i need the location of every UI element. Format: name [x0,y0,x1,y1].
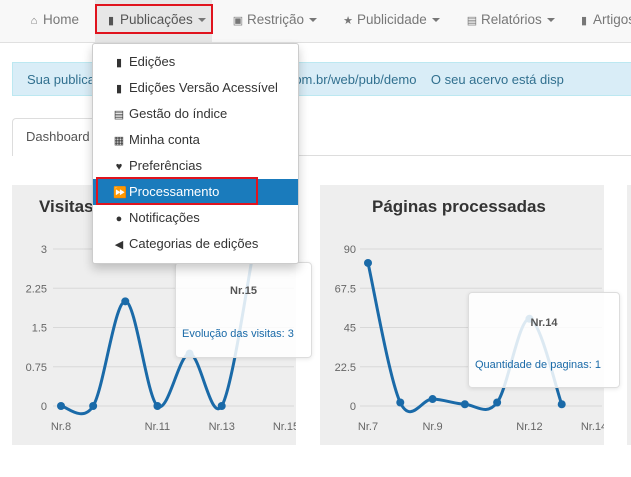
data-point[interactable] [153,402,162,410]
nav-restricao[interactable]: ▣ Restrição [232,0,318,42]
star-icon: ★ [343,15,353,27]
chart-panel-paginas: Páginas processadas 90 67.5 45 22.5 0 Nr.7 Nr.… [320,185,620,445]
lock-icon: ▣ [232,15,244,27]
menu-item-label: Edições [129,54,176,69]
tab-dashboard[interactable]: Dashboard [12,118,98,156]
x-tick-label: Nr.8 [51,421,71,433]
home-icon: ⌂ [30,15,38,27]
menu-item-notificacoes[interactable]: ● Notificações [93,205,298,231]
tooltip-title: Nr.14 [530,317,558,329]
menu-item-label: Categorias de edições [129,236,259,251]
grid-icon: ▦ [113,135,125,147]
tooltip-label: Quantidade de paginas: 1 [475,359,601,371]
nav-restricao-label: Restrição [247,12,305,27]
data-point[interactable] [460,400,469,409]
bullhorn-icon: ◀ [114,239,124,251]
nav-publicidade[interactable]: ★ Publicidade [342,0,440,42]
y-tick-label: 3 [41,244,47,256]
menu-item-gestao-indice[interactable]: ▤ Gestão do índice [93,101,298,127]
data-point[interactable] [428,395,437,404]
y-tick-label: 67.5 [335,283,356,295]
chart-tooltip: Nr.14 Quantidade de paginas: 1 [468,292,620,388]
y-tick-label: 22.5 [335,362,356,374]
x-tick-label: Nr.12 [516,421,542,433]
x-tick-label: Nr.13 [209,421,235,433]
y-tick-label: 2.25 [26,283,47,295]
nav-home-label: Home [43,12,80,27]
y-tick-label: 90 [344,244,356,256]
bookmark-icon: ▮ [580,15,588,27]
menu-item-label: Minha conta [129,132,200,147]
y-tick-label: 0 [41,401,47,413]
menu-item-label: Preferências [129,158,202,173]
x-tick-label: Nr.15 [273,421,296,433]
publicacoes-dropdown-menu: ▮ Edições ▮ Edições Versão Acessível ▤ Gest… [92,43,299,264]
y-tick-label: 0.75 [26,362,47,374]
chevron-down-icon [546,18,555,23]
data-point[interactable] [89,402,98,410]
chevron-down-icon [309,18,318,23]
panel-edge [627,185,631,445]
list-alt-icon: ▤ [113,109,125,121]
chart-tooltip: Nr.15 Evolução das visitas: 3 [175,262,312,358]
tooltip-title: Nr.15 [230,285,257,297]
book-icon: ▮ [115,57,123,69]
data-point[interactable] [57,402,65,410]
book-icon: ▮ [115,83,123,95]
menu-item-label: Gestão do índice [129,106,228,121]
tooltip-label: Evolução das visitas: 3 [182,328,294,340]
nav-home[interactable]: ⌂ Home [28,0,79,42]
tab-dashboard-label: Dashboard [26,129,90,144]
menu-item-categorias[interactable]: ◀ Categorias de edições [93,231,298,257]
data-point[interactable] [396,398,405,407]
data-point[interactable] [364,258,372,267]
menu-item-edicoes[interactable]: ▮ Edições [93,49,298,75]
nav-artigos[interactable]: ▮ Artigos [578,0,631,42]
nav-relatorios[interactable]: ▤ Relatórios [466,0,555,42]
x-tick-label: Nr.14 [581,421,604,433]
nav-publicidade-label: Publicidade [357,12,427,27]
x-tick-label: Nr.11 [145,421,170,433]
data-point[interactable] [493,398,502,407]
nav-relatorios-label: Relatórios [481,12,542,27]
menu-item-minha-conta[interactable]: ▦ Minha conta [93,127,298,153]
chevron-down-icon [431,18,440,23]
list-icon: ▤ [466,15,478,27]
menu-item-preferencias[interactable]: ♥ Preferências [93,153,298,179]
highlight-outline [95,4,213,34]
menu-item-label: Edições Versão Acessível [129,80,278,95]
data-point[interactable] [557,400,566,409]
highlight-outline [96,177,258,205]
alert-text-left: Sua publica [27,72,95,87]
nav-artigos-label: Artigos [593,12,631,27]
x-tick-label: Nr.7 [358,421,378,433]
x-tick-label: Nr.9 [422,421,442,433]
y-tick-label: 1.5 [32,323,47,335]
comment-icon: ● [115,213,123,225]
y-tick-label: 45 [344,323,356,335]
data-point[interactable] [121,297,130,306]
menu-item-label: Notificações [129,210,200,225]
y-tick-label: 0 [350,401,356,413]
menu-item-edicoes-acessivel[interactable]: ▮ Edições Versão Acessível [93,75,298,101]
data-point[interactable] [217,402,226,410]
